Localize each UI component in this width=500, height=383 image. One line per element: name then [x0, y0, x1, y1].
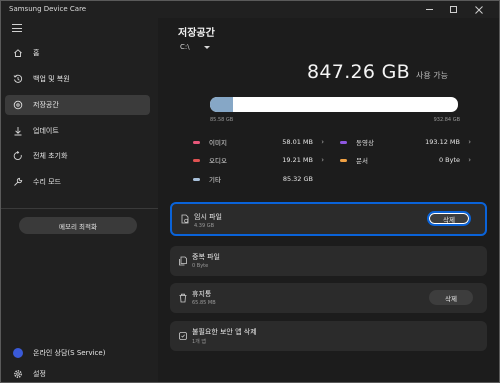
temp-file-icon [180, 214, 190, 224]
title-bar: Samsung Device Care [1, 1, 499, 18]
sidebar-item-reset[interactable]: 전체 초기화 [5, 146, 150, 166]
category-value: 85.32 GB [282, 175, 313, 183]
duplicate-file-icon [178, 256, 188, 266]
sidebar-item-label: 백업 및 복원 [33, 75, 70, 83]
category-name: 동영상 [356, 139, 374, 147]
sidebar-item-label: 업데이트 [33, 127, 59, 135]
duplicate-files-card[interactable]: 중복 파일 0 Byte [170, 246, 487, 276]
other-color-dot [193, 177, 200, 181]
delete-recycle-bin-button[interactable]: 삭제 [429, 290, 473, 305]
settings-link[interactable]: 설정 [5, 364, 150, 382]
audio-color-dot [193, 158, 200, 162]
sidebar-item-repair[interactable]: 수리 모드 [5, 172, 150, 192]
category-name: 오디오 [209, 157, 227, 165]
sidebar-divider [1, 208, 158, 209]
storage-usage-bar [210, 97, 458, 112]
close-icon [475, 5, 483, 14]
available-label: 사용 가능 [416, 71, 448, 80]
app-window: Samsung Device Care 홈 백업 및 복원 저장공간 업데이트 … [0, 0, 500, 383]
drive-selector[interactable]: C:\ [180, 43, 210, 51]
drive-label: C:\ [180, 43, 190, 51]
security-apps-card[interactable]: 불필요한 보안 앱 삭제 1개 앱 [170, 321, 487, 351]
category-value: 193.12 MB [425, 138, 460, 146]
temp-files-card[interactable]: 임시 파일 4.39 GB 삭제 [170, 202, 487, 236]
category-videos[interactable]: 동영상 193.12 MB › [340, 136, 471, 148]
chat-support-icon [12, 347, 24, 359]
card-title: 중복 파일 [192, 253, 220, 261]
minimize-icon [425, 9, 433, 10]
images-color-dot [193, 140, 200, 144]
gear-icon [12, 368, 24, 380]
chevron-right-icon: › [321, 138, 324, 146]
sidebar-item-label: 저장공간 [33, 101, 59, 109]
settings-label: 설정 [33, 370, 46, 378]
security-app-icon [178, 331, 188, 341]
maximize-button[interactable] [441, 1, 465, 18]
card-subtitle: 65.85 MB [192, 300, 216, 306]
category-value: 58.01 MB [282, 138, 313, 146]
reset-icon [12, 150, 24, 162]
sidebar-item-update[interactable]: 업데이트 [5, 121, 150, 141]
used-label: 85.58 GB [210, 117, 234, 123]
total-label: 932.84 GB [433, 117, 460, 123]
sidebar-item-label: 수리 모드 [33, 178, 61, 186]
category-other: 기타 85.32 GB [193, 173, 324, 185]
category-name: 문서 [356, 157, 368, 165]
available-value: 847.26 GB [307, 61, 411, 83]
close-button[interactable] [467, 1, 491, 18]
available-space: 847.26 GB 사용 가능 [307, 61, 448, 83]
sidebar-item-storage[interactable]: 저장공간 [5, 95, 150, 115]
menu-icon[interactable] [12, 24, 22, 35]
card-title: 임시 파일 [194, 213, 222, 221]
card-subtitle: 4.39 GB [194, 223, 215, 229]
memory-optimize-button[interactable]: 메모리 최적화 [19, 217, 137, 234]
download-icon [12, 125, 24, 137]
home-icon [12, 47, 24, 59]
main-panel: 저장공간 C:\ 847.26 GB 사용 가능 85.58 GB 932.84… [158, 18, 499, 382]
storage-usage-fill [210, 97, 233, 112]
minimize-button[interactable] [417, 1, 441, 18]
page-title: 저장공간 [178, 28, 215, 39]
card-subtitle: 1개 앱 [192, 339, 206, 345]
wrench-icon [12, 176, 24, 188]
card-title: 불필요한 보안 앱 삭제 [192, 328, 257, 336]
service-label: 온라인 상담(S Service) [33, 349, 106, 357]
history-icon [12, 73, 24, 85]
chevron-right-icon: › [321, 156, 324, 164]
category-documents[interactable]: 문서 0 Byte › [340, 154, 471, 166]
chevron-right-icon: › [468, 138, 471, 146]
maximize-icon [449, 6, 457, 13]
window-title: Samsung Device Care [9, 5, 87, 13]
sidebar-item-label: 홈 [33, 49, 40, 57]
category-name: 기타 [209, 176, 221, 184]
card-title: 휴지통 [192, 290, 212, 298]
sidebar-item-label: 전체 초기화 [33, 152, 68, 160]
category-value: 0 Byte [438, 156, 460, 164]
storage-icon [12, 99, 24, 111]
trash-icon [178, 293, 188, 303]
sidebar: 홈 백업 및 복원 저장공간 업데이트 전체 초기화 수리 모드 메모리 최적화… [1, 18, 158, 382]
sidebar-item-home[interactable]: 홈 [5, 43, 150, 63]
category-images[interactable]: 이미지 58.01 MB › [193, 136, 324, 148]
category-value: 19.21 MB [282, 156, 313, 164]
category-name: 이미지 [209, 139, 227, 147]
recycle-bin-card[interactable]: 휴지통 65.85 MB 삭제 [170, 283, 487, 313]
videos-color-dot [340, 140, 347, 144]
chevron-right-icon: › [468, 156, 471, 164]
delete-temp-files-button[interactable]: 삭제 [427, 211, 471, 226]
sidebar-item-backup[interactable]: 백업 및 복원 [5, 69, 150, 89]
category-audio[interactable]: 오디오 19.21 MB › [193, 154, 324, 166]
caret-down-icon [203, 45, 210, 49]
service-link[interactable]: 온라인 상담(S Service) [5, 343, 150, 363]
card-subtitle: 0 Byte [192, 263, 209, 269]
documents-color-dot [340, 158, 347, 162]
